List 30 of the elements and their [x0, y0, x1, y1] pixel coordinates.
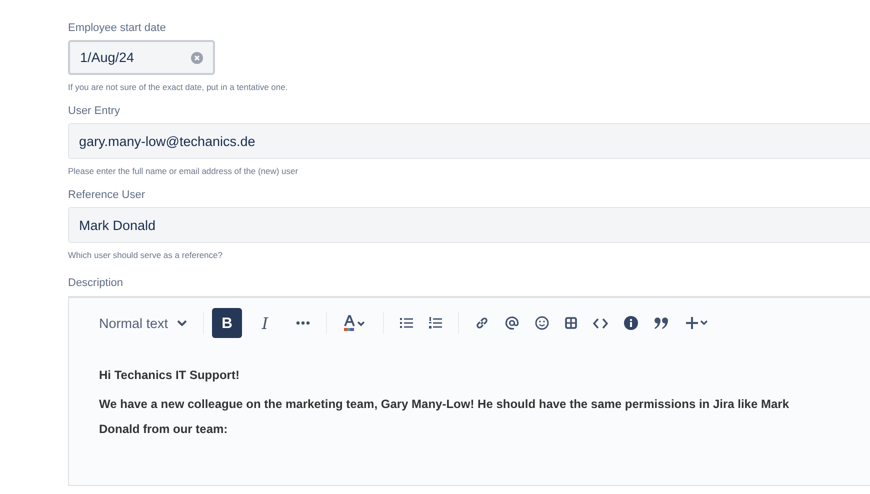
field-label: Description: [68, 277, 124, 289]
chevron-icon: [177, 320, 188, 326]
link-icon[interactable]: [475, 316, 490, 330]
clear-icon[interactable]: [191, 52, 203, 64]
date-field[interactable]: 1/Aug/24: [68, 40, 215, 75]
italic-button[interactable]: I: [250, 308, 280, 338]
field-label: Reference User: [68, 189, 146, 201]
emoji-icon[interactable]: [535, 316, 550, 330]
numbered-list-icon[interactable]: [429, 317, 442, 329]
input-field[interactable]: Mark Donald: [68, 207, 870, 243]
quote-icon[interactable]: [654, 317, 670, 329]
insert-icon[interactable]: [685, 316, 710, 330]
help-text: If you are not sure of the exact date, put in a tentative one.: [68, 82, 288, 92]
field-label: User Entry: [68, 105, 120, 117]
mention-icon[interactable]: [505, 316, 520, 330]
bullet-list-icon[interactable]: [400, 317, 414, 329]
info-icon[interactable]: [624, 316, 638, 330]
paragraph: Hi Techanics IT Support!: [99, 367, 240, 384]
paragraph: We have a new colleague on the marketing team, Gary Many-Low! He should have the same permissions in Jira like Mark Donald from our team:: [99, 396, 790, 438]
help-text: Please enter the full name or email address of the (new) user: [68, 166, 298, 176]
field-label: Employee start date: [68, 22, 166, 34]
text-style-dropdown[interactable]: Normal text: [99, 316, 188, 330]
editor-panel[interactable]: Normal text B I Hi Techanics IT Support! We have a new colleague on the marketing team, Gary Many-Low! He should have the same permissions in Jira like Mark Donald from our team:: [68, 296, 870, 486]
bold-button[interactable]: B: [212, 308, 242, 338]
text-color-icon[interactable]: [343, 315, 368, 331]
input-field[interactable]: gary.many-low@techanics.de: [68, 123, 870, 159]
more-icon[interactable]: [296, 321, 310, 325]
code-icon[interactable]: [593, 318, 608, 328]
table-icon[interactable]: [565, 317, 578, 329]
help-text: Which user should serve as a reference?: [68, 250, 222, 260]
